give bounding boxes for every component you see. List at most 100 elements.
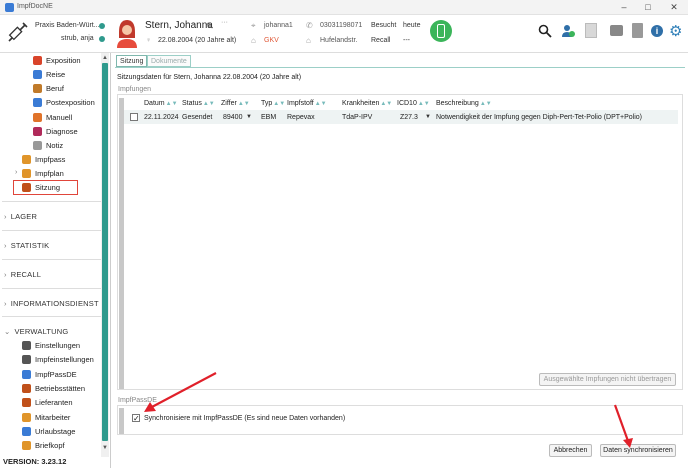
sidebar-section-recall[interactable]: › RECALL [4,267,102,281]
sidebar-item-urlaubstage[interactable]: Urlaubstage [22,425,75,438]
minimize-button[interactable]: – [612,1,636,14]
sidebar-item-manuell[interactable]: Manuell [33,111,72,124]
lieferanten-icon [22,398,31,408]
edit-pencil-icon[interactable]: ✎ [206,21,214,32]
cell-impfstoff: Repevax [287,114,315,121]
icd10-dropdown-icon[interactable]: ▼ [425,114,431,120]
documents-icon[interactable] [585,23,597,38]
column-header-beschreibung[interactable]: Beschreibung▲▼ [436,100,492,107]
sidebar-item-mitarbeiter[interactable]: Mitarbeiter [22,411,70,424]
cell-typ: EBM [261,114,277,121]
scroll-down-arrow-icon[interactable]: ▼ [102,445,108,451]
info-icon[interactable]: i [651,25,663,37]
search-icon[interactable] [538,24,552,38]
ziffer-dropdown-icon[interactable]: ▼ [246,114,252,120]
column-header-typ[interactable]: Typ▲▼ [261,100,285,107]
chevron-right-icon: › [4,269,7,279]
recall-label: Recall [371,37,391,44]
sidebar-item-label: Urlaubstage [35,426,76,436]
patient-phone: 03031198071 [320,22,363,29]
sidebar-section-statistik[interactable]: › STATISTIK [4,238,102,252]
visited-value: heute [403,22,421,29]
sidebar-section-informationsdienst[interactable]: › INFORMATIONSDIENST [4,296,102,310]
sidebar-item-betriebsstatten[interactable]: Betriebsstätten [22,382,85,395]
sidebar-section-label: STATISTIK [10,240,50,250]
add-patient-icon[interactable] [560,23,576,39]
column-header-krankheiten[interactable]: Krankheiten▲▼ [342,100,392,107]
sidebar-divider [2,259,102,260]
sidebar-item-exposition[interactable]: Exposition [33,54,81,67]
cancel-button[interactable]: Abbrechen [549,444,592,457]
vaccinations-group [117,94,683,390]
sidebar-item-label: Notiz [46,141,64,150]
close-button[interactable]: ✕ [662,1,686,14]
sidebar-item-impfpass[interactable]: Impfpass [22,153,65,166]
patient-name: Stern, Johanna [145,20,213,31]
sidebar-item-label: Mitarbeiter [35,412,71,422]
sidebar-item-label: Manuell [46,113,73,122]
sidebar-item-postexposition[interactable]: Postexposition [33,96,95,109]
more-options-icon[interactable]: ··· [221,19,228,26]
annotation-arrow-sync-checkbox [144,372,217,412]
mobile-app-button[interactable] [430,20,452,42]
sidebar-item-briefkopf[interactable]: Briefkopf [22,439,65,452]
sidebar-item-notiz[interactable]: Notiz [33,139,63,152]
urlaubstage-icon [22,426,31,436]
beruf-icon [33,84,42,93]
sidebar-item-label: Beruf [46,84,64,93]
chevron-down-icon: ⌄ [4,326,11,336]
impfplan-expand-chevron-icon[interactable]: › [15,169,17,176]
sidebar-item-label: Impfpass [35,155,66,164]
column-header-icd10[interactable]: ICD10▲▼ [397,100,430,107]
tab-divider [115,67,685,68]
postexposition-icon [33,98,42,107]
sidebar-scroll-thumb[interactable] [102,63,108,441]
sidebar-section-lager[interactable]: › LAGER [4,209,102,223]
sidebar-item-lieferanten[interactable]: Lieferanten [22,396,73,409]
tab-sitzung[interactable]: Sitzung [116,55,148,67]
sidebar: Exposition Reise Beruf Postexposition Manuel… [0,53,111,468]
cell-beschreibung: Notwendigkeit der Impfung gegen Diph-Per… [436,114,643,121]
column-header-datum[interactable]: Datum▲▼ [144,100,178,107]
sidebar-item-impfeinstellungen[interactable]: Impfeinstellungen [22,353,94,366]
scroll-up-arrow-icon[interactable]: ▲ [102,55,108,61]
vaccinations-group-title: Impfungen [118,86,152,93]
maximize-button[interactable]: □ [636,1,660,14]
gender-icon: ♀ [146,37,152,44]
sync-checkbox[interactable]: ✓ [132,414,140,423]
sidebar-item-reise[interactable]: Reise [33,68,65,81]
settings-gear-icon[interactable]: ⚙ [669,22,682,40]
phone-icon: ✆ [306,21,313,30]
column-header-ziffer[interactable]: Ziffer▲▼ [221,100,250,107]
sidebar-item-label: Briefkopf [35,441,65,451]
mitarbeiter-icon [22,412,31,422]
sidebar-item-label: Betriebsstätten [35,383,86,393]
sidebar-item-label: Impfplan [35,169,64,178]
sidebar-item-beruf[interactable]: Beruf [33,82,64,95]
column-header-impfstoff[interactable]: Impfstoff▲▼ [287,100,327,107]
sidebar-item-label: Exposition [46,56,81,65]
impfplan-icon [22,169,31,178]
chevron-right-icon: › [4,211,7,221]
notiz-icon [33,141,42,150]
sidebar-section-verwaltung[interactable]: ⌄ VERWALTUNG [4,324,102,338]
document-icon[interactable] [632,23,643,38]
tab-dokumente[interactable]: Dokumente [147,55,191,67]
practice-name: Praxis Baden-Würt... [35,22,100,29]
row-select-checkbox[interactable] [130,113,138,121]
exclude-vaccinations-button[interactable]: Ausgewählte Impfungen nicht übertragen [539,373,676,386]
sync-checkbox-label[interactable]: Synchronisiere mit ImpfPassDE (Es sind n… [144,415,345,422]
practice-lock-icon [99,23,105,29]
insurance-icon: ⌂ [251,36,256,45]
sidebar-item-diagnose[interactable]: Diagnose [33,125,78,138]
column-header-status[interactable]: Status▲▼ [182,100,215,107]
address-icon: ⌂ [306,36,311,45]
title-bar: ImpfDocNE – □ ✕ [0,0,688,15]
sitzung-highlight-box [13,180,78,195]
user-name: strub, anja [61,35,94,42]
sidebar-item-einstellungen[interactable]: Einstellungen [22,339,80,352]
sidebar-item-impfplan[interactable]: Impfplan [22,167,64,180]
print-icon[interactable] [610,25,623,36]
patient-insurance: GKV [264,37,279,44]
sidebar-item-impfpassde[interactable]: ImpfPassDE [22,368,77,381]
